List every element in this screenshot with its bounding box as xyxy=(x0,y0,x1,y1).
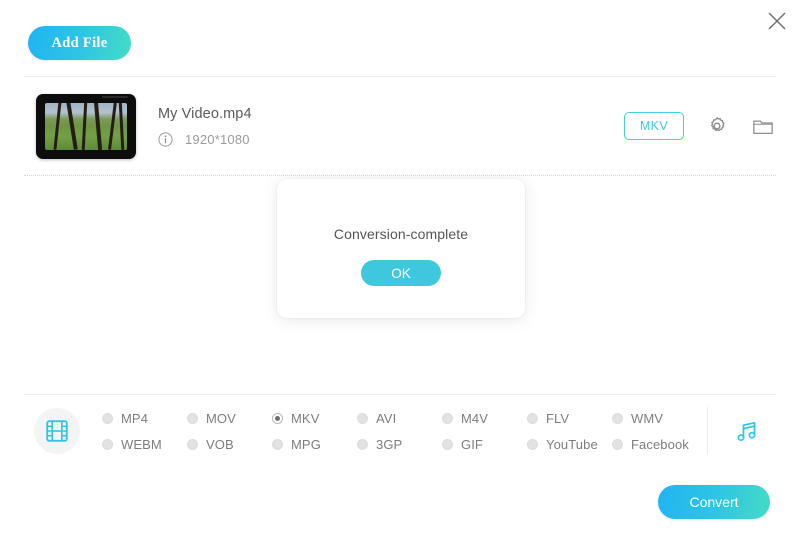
open-folder-button[interactable] xyxy=(750,113,776,139)
toolbar: Add File xyxy=(0,0,800,62)
close-icon xyxy=(768,12,786,30)
format-label: MP4 xyxy=(121,410,149,426)
file-subline: 1920*1080 xyxy=(158,132,624,147)
radio-3gp[interactable] xyxy=(357,438,368,450)
dialog-message: Conversion-complete xyxy=(333,226,469,242)
content-stage: Conversion-complete OK xyxy=(0,176,800,394)
footer: Convert xyxy=(0,467,800,519)
file-list-item[interactable]: My Video.mp4 1920*1080 MKV xyxy=(0,77,800,175)
film-strip-icon xyxy=(46,420,68,442)
dialog-ok-button[interactable]: OK xyxy=(361,260,441,286)
format-label: VOB xyxy=(206,436,234,452)
format-option-webm[interactable]: WEBM xyxy=(102,437,187,452)
format-label: AVI xyxy=(376,410,397,426)
radio-facebook[interactable] xyxy=(612,438,623,450)
format-option-gif[interactable]: GIF xyxy=(442,437,527,452)
radio-wmv[interactable] xyxy=(612,412,623,424)
info-circle-icon[interactable] xyxy=(158,131,173,147)
format-option-wmv[interactable]: WMV xyxy=(612,411,697,426)
format-selection-bar: MP4 MOV MKV AVI M4V FLV WMV WEBM VOB MPG… xyxy=(24,394,776,467)
format-label: WMV xyxy=(631,410,664,426)
video-thumbnail[interactable] xyxy=(36,93,136,159)
output-format-badge[interactable]: MKV xyxy=(624,112,684,140)
format-label: M4V xyxy=(461,410,489,426)
file-details: My Video.mp4 1920*1080 xyxy=(158,106,624,147)
radio-mov[interactable] xyxy=(187,412,198,424)
conversion-complete-dialog: Conversion-complete OK xyxy=(277,179,525,318)
format-option-mp4[interactable]: MP4 xyxy=(102,411,187,426)
format-option-mpg[interactable]: MPG xyxy=(272,437,357,452)
format-label: 3GP xyxy=(376,436,403,452)
radio-avi[interactable] xyxy=(357,412,368,424)
audio-formats-button[interactable] xyxy=(726,410,768,452)
format-label: FLV xyxy=(546,410,570,426)
format-label: MPG xyxy=(291,436,321,452)
format-label: YouTube xyxy=(546,436,598,452)
format-option-3gp[interactable]: 3GP xyxy=(357,437,442,452)
radio-youtube[interactable] xyxy=(527,438,538,450)
format-label: Facebook xyxy=(631,436,689,452)
radio-gif[interactable] xyxy=(442,438,453,450)
format-option-flv[interactable]: FLV xyxy=(527,411,612,426)
format-label: MOV xyxy=(206,410,236,426)
format-label: MKV xyxy=(291,410,320,426)
format-option-mkv[interactable]: MKV xyxy=(272,411,357,426)
radio-mp4[interactable] xyxy=(102,412,113,424)
format-option-avi[interactable]: AVI xyxy=(357,411,442,426)
format-bar-separator xyxy=(707,407,708,455)
radio-vob[interactable] xyxy=(187,438,198,450)
format-option-m4v[interactable]: M4V xyxy=(442,411,527,426)
close-window-button[interactable] xyxy=(760,4,794,38)
convert-button[interactable]: Convert xyxy=(658,485,770,519)
format-option-facebook[interactable]: Facebook xyxy=(612,437,697,452)
format-options: MP4 MOV MKV AVI M4V FLV WMV WEBM VOB MPG… xyxy=(102,405,697,457)
file-actions: MKV xyxy=(624,112,776,140)
gear-icon xyxy=(711,117,725,132)
format-label: GIF xyxy=(461,436,483,452)
format-option-vob[interactable]: VOB xyxy=(187,437,272,452)
file-name: My Video.mp4 xyxy=(158,105,252,122)
format-label: WEBM xyxy=(121,436,162,452)
file-settings-button[interactable] xyxy=(704,113,730,139)
file-resolution: 1920*1080 xyxy=(185,131,250,147)
radio-m4v[interactable] xyxy=(442,412,453,424)
radio-webm[interactable] xyxy=(102,438,113,450)
radio-mkv[interactable] xyxy=(272,412,283,424)
folder-icon xyxy=(753,120,773,134)
thumbnail-top-bar xyxy=(102,95,128,98)
thumbnail-image xyxy=(45,102,127,150)
video-formats-button[interactable] xyxy=(34,408,80,454)
music-note-icon xyxy=(737,421,756,442)
radio-flv[interactable] xyxy=(527,412,538,424)
radio-mpg[interactable] xyxy=(272,438,283,450)
format-option-youtube[interactable]: YouTube xyxy=(527,437,612,452)
add-file-button[interactable]: Add File xyxy=(28,26,131,60)
format-option-mov[interactable]: MOV xyxy=(187,411,272,426)
